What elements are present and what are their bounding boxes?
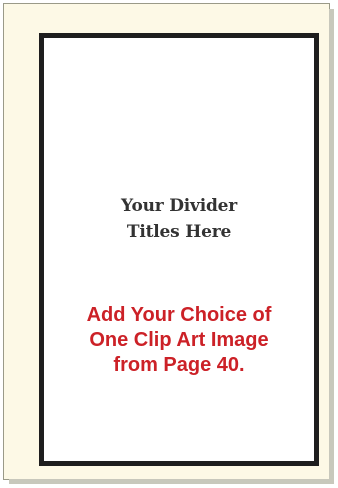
divider-title-placeholder: Your Divider Titles Here: [44, 193, 314, 245]
clip-art-note-line: One Clip Art Image: [89, 329, 269, 351]
clip-art-note-line: Add Your Choice of: [86, 304, 272, 326]
sample-frame: Your Divider Titles Here Add Your Choice…: [3, 3, 334, 484]
divider-card-preview: Your Divider Titles Here Add Your Choice…: [39, 33, 319, 466]
divider-title-line: Titles Here: [126, 222, 232, 242]
clip-art-note-line: from Page 40.: [113, 354, 245, 376]
divider-title-line: Your Divider: [120, 196, 238, 216]
clip-art-note: Add Your Choice of One Clip Art Image fr…: [44, 303, 314, 378]
